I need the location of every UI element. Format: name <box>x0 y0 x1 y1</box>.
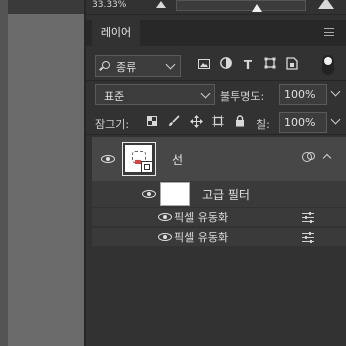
filter-toggle[interactable] <box>322 55 334 75</box>
visibility-eye-icon[interactable] <box>158 213 172 221</box>
fill-value: 100% <box>284 116 316 129</box>
lock-position-icon[interactable] <box>188 115 204 131</box>
filter-kind-select[interactable]: 종류 <box>95 55 181 77</box>
layers-panel: 33.33% 레이어 종류 T 표준 불투명도: 100% 잠그기: 칠: 10… <box>86 0 346 346</box>
opacity-label: 불투명도: <box>220 90 265 103</box>
large-mountain-icon[interactable] <box>318 0 334 9</box>
pixel-layer-filter-icon[interactable] <box>196 57 212 73</box>
slider-knob[interactable] <box>252 4 262 12</box>
layer-name[interactable]: 선 <box>172 151 183 168</box>
panel-tab-bar: 레이어 <box>86 20 346 46</box>
separator <box>86 80 346 81</box>
chevron-down-icon <box>165 59 176 70</box>
fill-label: 칠: <box>256 118 270 131</box>
lock-artboard-icon[interactable] <box>210 115 226 131</box>
lock-image-pixels-icon[interactable] <box>166 115 182 131</box>
opacity-dropdown-icon[interactable] <box>330 86 341 97</box>
blend-mode-value: 표준 <box>104 90 125 103</box>
filter-blending-options-icon[interactable] <box>302 212 314 223</box>
fill-dropdown-icon[interactable] <box>330 114 341 125</box>
zoom-readout: 33.33% <box>92 0 127 10</box>
workspace-top-bar <box>8 0 84 14</box>
options-slider-control <box>148 0 346 12</box>
opacity-input[interactable]: 100% <box>279 84 327 105</box>
size-slider[interactable] <box>176 0 306 12</box>
opacity-value: 100% <box>284 88 316 101</box>
lock-all-icon[interactable] <box>232 115 248 131</box>
smart-filter-label: 고급 필터 <box>202 188 250 202</box>
small-mountain-icon[interactable] <box>156 1 166 8</box>
filter-effect-label: 픽셀 유동화 <box>174 231 229 244</box>
smart-object-filter-icon[interactable] <box>284 57 300 73</box>
shape-layer-filter-icon[interactable] <box>262 57 278 73</box>
layer-row-selected[interactable]: 선 <box>92 137 346 181</box>
chevron-down-icon <box>200 88 211 99</box>
filter-effect-row[interactable]: 픽셀 유동화 <box>92 208 346 226</box>
smart-filter-row[interactable]: 고급 필터 <box>92 181 346 207</box>
adjustment-layer-filter-icon[interactable] <box>218 57 234 73</box>
filter-effect-row[interactable]: 픽셀 유동화 <box>92 228 346 246</box>
tab-layers[interactable]: 레이어 <box>92 20 140 46</box>
separator <box>86 134 346 135</box>
filter-effect-label: 픽셀 유동화 <box>174 211 229 224</box>
type-layer-filter-icon[interactable]: T <box>240 57 256 73</box>
filter-mask-thumbnail[interactable] <box>160 182 190 206</box>
lock-label: 잠그기: <box>95 118 130 131</box>
fill-input[interactable]: 100% <box>279 112 327 133</box>
blend-mode-select[interactable]: 표준 <box>95 84 215 105</box>
visibility-eye-icon[interactable] <box>158 233 172 241</box>
left-edge-strip <box>0 0 8 346</box>
visibility-eye-icon[interactable] <box>101 155 115 163</box>
visibility-eye-icon[interactable] <box>142 190 156 198</box>
collapse-caret-icon[interactable] <box>322 153 332 163</box>
separator <box>86 14 346 15</box>
workspace-area <box>8 0 84 346</box>
smart-object-badge-icon <box>141 161 153 173</box>
search-icon <box>102 61 110 69</box>
filter-kind-label: 종류 <box>116 61 137 74</box>
layer-thumbnail[interactable] <box>122 142 156 176</box>
lock-transparent-pixels-icon[interactable] <box>144 115 160 131</box>
smart-filters-icon[interactable] <box>302 152 315 162</box>
toggle-knob <box>324 57 332 65</box>
filter-blending-options-icon[interactable] <box>302 232 314 243</box>
panel-menu-icon[interactable] <box>324 28 334 36</box>
